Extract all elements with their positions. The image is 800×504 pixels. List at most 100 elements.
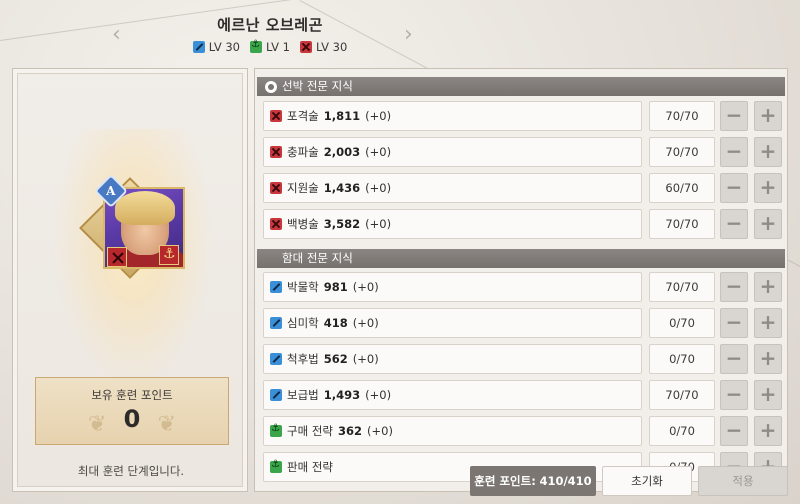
skill-card: 충파술 2,003 (+0) — [263, 137, 642, 167]
skill-card: 구매 전략 362 (+0) — [263, 416, 642, 446]
increase-button[interactable]: + — [754, 137, 782, 167]
increase-button[interactable]: + — [754, 344, 782, 374]
skill-value: 1,493 — [323, 388, 361, 402]
level-list: LV 30 LV 1 LV 30 — [130, 39, 410, 54]
prev-character-chevron-icon[interactable]: ‹ — [112, 22, 121, 47]
skill-name: 보급법 — [287, 388, 319, 402]
skill-level: 70/70 — [649, 137, 715, 167]
bottom-action-bar: 훈련 포인트: 410/410 초기화 적용 — [470, 466, 788, 496]
decrease-button[interactable]: − — [720, 272, 748, 302]
skill-bonus: (+0) — [367, 424, 393, 438]
skill-value: 1,436 — [323, 181, 361, 195]
battle-skill-icon — [270, 146, 282, 158]
character-panel: A ❦ ❦ 보유 훈련 포인트 0 최대 훈련 단계입니다. — [12, 68, 248, 492]
battle-skill-icon — [270, 182, 282, 194]
skill-row: 포격술 1,811 (+0) 70/70 − + — [263, 101, 783, 131]
training-points-display: 훈련 포인트: 410/410 — [470, 466, 596, 496]
apply-button[interactable]: 적용 — [698, 466, 788, 496]
skill-value: 981 — [323, 280, 348, 294]
skill-row: 심미학 418 (+0) 0/70 − + — [263, 308, 783, 338]
skill-value: 2,003 — [323, 145, 361, 159]
skill-name: 구매 전략 — [287, 424, 333, 438]
decrease-button[interactable]: − — [720, 416, 748, 446]
skill-name: 척후법 — [287, 352, 319, 366]
portrait-frame: A — [77, 174, 185, 281]
skill-name: 지원술 — [287, 181, 319, 195]
increase-button[interactable]: + — [754, 209, 782, 239]
skill-value: 1,811 — [323, 109, 361, 123]
owned-training-points: ❦ ❦ 보유 훈련 포인트 0 — [35, 377, 229, 445]
anchor-class-icon — [159, 245, 179, 265]
level-label: LV 30 — [208, 40, 240, 54]
decrease-button[interactable]: − — [720, 209, 748, 239]
adventure-skill-icon — [270, 281, 282, 293]
increase-button[interactable]: + — [754, 173, 782, 203]
skill-row: 지원술 1,436 (+0) 60/70 − + — [263, 173, 783, 203]
level-label: LV 1 — [266, 40, 290, 54]
skill-name: 박물학 — [287, 280, 319, 294]
laurel-right-icon: ❦ — [157, 412, 176, 437]
reset-button[interactable]: 초기화 — [602, 466, 692, 496]
skill-bonus: (+0) — [352, 316, 379, 330]
level-battle: LV 30 — [299, 40, 348, 54]
decrease-button[interactable]: − — [720, 380, 748, 410]
skill-name: 백병술 — [287, 217, 319, 231]
next-character-chevron-icon[interactable]: › — [404, 22, 413, 47]
max-training-message: 최대 훈련 단계입니다. — [77, 464, 185, 478]
owned-points-label: 보유 훈련 포인트 — [91, 388, 173, 402]
decrease-button[interactable]: − — [720, 308, 748, 338]
increase-button[interactable]: + — [754, 101, 782, 131]
battle-icon — [299, 41, 312, 53]
adventure-skill-icon — [270, 389, 282, 401]
increase-button[interactable]: + — [754, 308, 782, 338]
skill-level: 60/70 — [649, 173, 715, 203]
decrease-button[interactable]: − — [720, 344, 748, 374]
decrease-button[interactable]: − — [720, 101, 748, 131]
adventure-skill-icon — [270, 353, 282, 365]
skill-card: 심미학 418 (+0) — [263, 308, 642, 338]
training-points-value: 410/410 — [539, 474, 592, 488]
increase-button[interactable]: + — [754, 272, 782, 302]
skill-bonus: (+0) — [365, 145, 392, 159]
adventure-skill-icon — [270, 317, 282, 329]
section-title: 함대 전문 지식 — [282, 251, 353, 265]
skill-level: 70/70 — [649, 380, 715, 410]
adventure-icon — [192, 41, 205, 53]
rank-letter: A — [106, 184, 116, 198]
skill-row: 충파술 2,003 (+0) 70/70 − + — [263, 137, 783, 167]
section-header-ship: 선박 전문 지식 — [257, 77, 785, 96]
training-points-label: 훈련 포인트: — [474, 474, 536, 488]
skill-level: 70/70 — [649, 101, 715, 131]
skill-bonus: (+0) — [365, 217, 392, 231]
trade-skill-icon — [270, 423, 282, 437]
skill-bonus: (+0) — [365, 388, 392, 402]
skill-value: 562 — [323, 352, 348, 366]
section-title: 선박 전문 지식 — [282, 79, 353, 93]
decrease-button[interactable]: − — [720, 137, 748, 167]
skill-card: 지원술 1,436 (+0) — [263, 173, 642, 203]
trade-icon — [250, 39, 262, 53]
skill-row: 백병술 3,582 (+0) 70/70 − + — [263, 209, 783, 239]
decrease-button[interactable]: − — [720, 173, 748, 203]
skill-name: 충파술 — [287, 145, 319, 159]
skill-level: 70/70 — [649, 209, 715, 239]
skills-panel[interactable]: 선박 전문 지식 포격술 1,811 (+0) 70/70 − + 충파술 2,0… — [254, 68, 788, 492]
battle-class-icon — [107, 247, 127, 267]
skill-level: 0/70 — [649, 416, 715, 446]
skill-row: 박물학 981 (+0) 70/70 − + — [263, 272, 783, 302]
skill-level: 0/70 — [649, 344, 715, 374]
skill-card: 백병술 3,582 (+0) — [263, 209, 642, 239]
skill-card: 척후법 562 (+0) — [263, 344, 642, 374]
increase-button[interactable]: + — [754, 416, 782, 446]
skill-name: 포격술 — [287, 109, 319, 123]
section-gear-icon — [265, 80, 277, 93]
skill-bonus: (+0) — [365, 181, 392, 195]
level-label: LV 30 — [315, 40, 348, 54]
laurel-left-icon: ❦ — [88, 412, 107, 437]
skill-card: 박물학 981 (+0) — [263, 272, 642, 302]
battle-skill-icon — [270, 110, 282, 122]
portrait-hair — [115, 191, 175, 225]
skill-bonus: (+0) — [352, 352, 379, 366]
increase-button[interactable]: + — [754, 380, 782, 410]
skill-name: 심미학 — [287, 316, 319, 330]
